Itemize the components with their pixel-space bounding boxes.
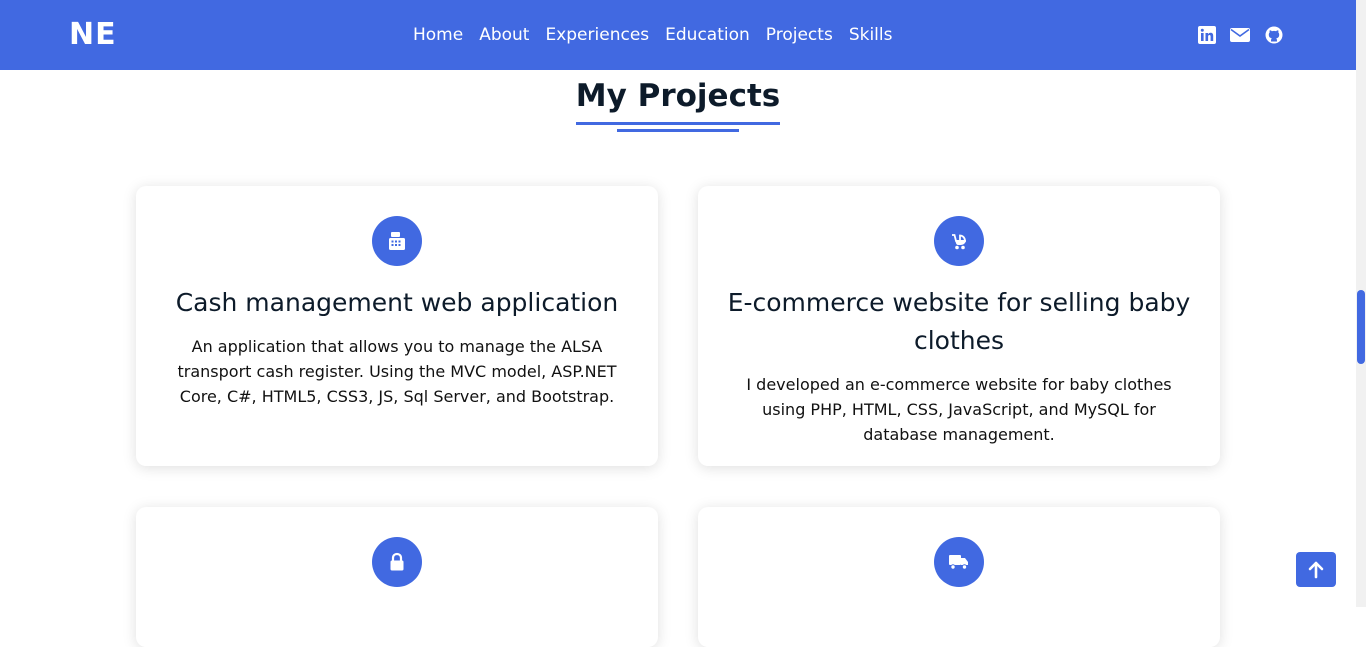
baby-carriage-icon [934, 216, 984, 266]
nav-link-education[interactable]: Education [657, 24, 758, 46]
nav-link-about[interactable]: About [471, 24, 537, 46]
project-title: E-commerce website for selling baby clot… [727, 288, 1191, 355]
back-to-top-button[interactable] [1296, 552, 1336, 587]
project-description: I developed an e-commerce website for ba… [746, 375, 1172, 444]
scrollbar-thumb[interactable] [1357, 290, 1365, 364]
arrow-up-icon [1308, 561, 1324, 578]
cash-register-icon [372, 216, 422, 266]
nav-link-experiences[interactable]: Experiences [537, 24, 657, 46]
brand-logo[interactable]: NE [69, 17, 117, 53]
project-card [698, 507, 1220, 647]
nav-link-skills[interactable]: Skills [841, 24, 901, 46]
github-icon[interactable] [1265, 26, 1283, 44]
section-title: My Projects [575, 76, 781, 125]
project-card [136, 507, 658, 647]
project-description: An application that allows you to manage… [177, 337, 617, 406]
section-header: My Projects [0, 76, 1356, 125]
email-icon[interactable] [1230, 26, 1250, 44]
project-title: Cash management web application [175, 288, 619, 317]
navbar: NE Home About Experiences Education Proj… [0, 0, 1356, 70]
scrollbar[interactable] [1356, 0, 1366, 607]
title-underline [617, 129, 739, 132]
truck-icon [934, 537, 984, 587]
nav-links: Home About Experiences Education Project… [405, 24, 900, 46]
nav-link-home[interactable]: Home [405, 24, 471, 46]
project-card: Cash management web application An appli… [136, 186, 658, 466]
lock-icon [372, 537, 422, 587]
project-card: E-commerce website for selling baby clot… [698, 186, 1220, 466]
linkedin-icon[interactable] [1198, 26, 1216, 44]
nav-link-projects[interactable]: Projects [758, 24, 841, 46]
